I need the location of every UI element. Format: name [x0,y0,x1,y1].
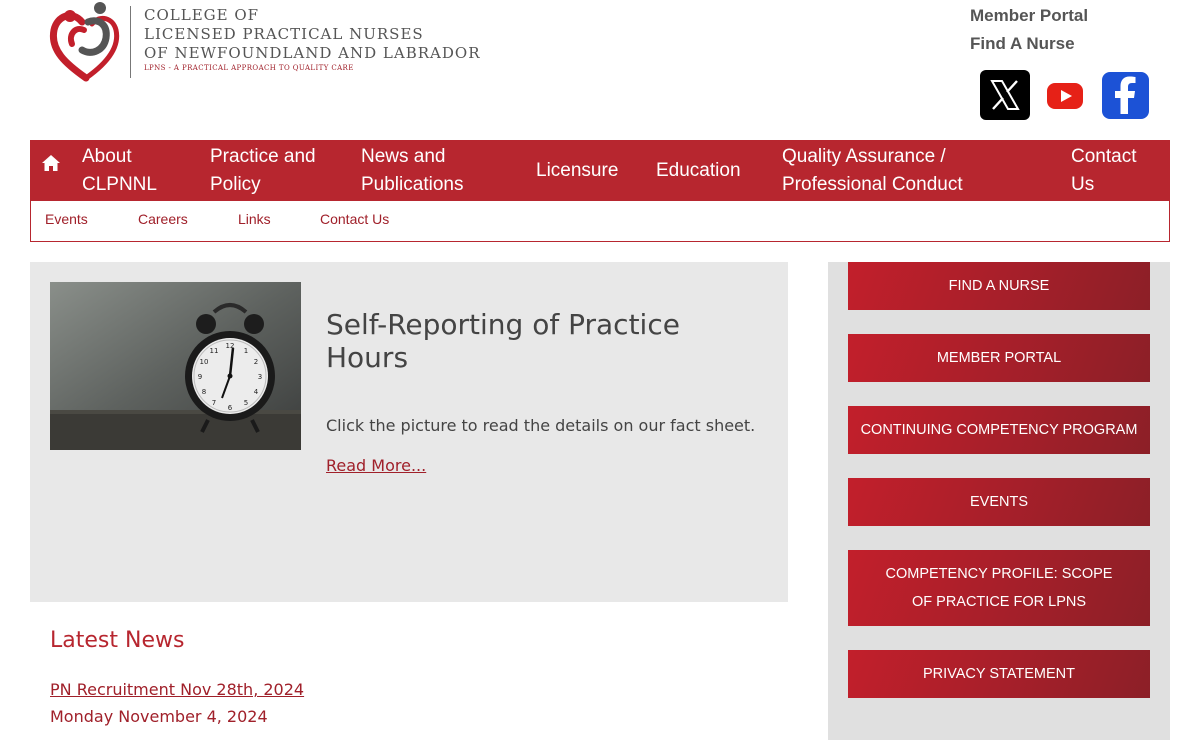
logo-wordmark: COLLEGE OF LICENSED PRACTICAL NURSES OF … [144,6,481,72]
home-icon [42,155,60,171]
facebook-icon [1115,76,1136,114]
main-nav: About CLPNNL Practice and Policy News an… [30,140,1170,201]
nav-licensure[interactable]: Licensure [536,140,636,201]
sub-nav: Events Careers Links Contact Us [30,201,1170,242]
nav-about-clpnnl[interactable]: About CLPNNL [82,140,192,201]
svg-text:3: 3 [258,373,262,381]
svg-text:8: 8 [202,388,206,396]
privacy-statement-button[interactable]: PRIVACY STATEMENT [848,650,1150,698]
svg-text:10: 10 [200,358,209,366]
sidebar: FIND A NURSE MEMBER PORTAL CONTINUING CO… [828,262,1170,740]
nav-education[interactable]: Education [656,140,756,201]
x-logo-icon [990,80,1020,110]
feature-image-link[interactable]: 12 1 2 345 678 9 10 11 [50,282,301,450]
svg-text:9: 9 [198,373,202,381]
subnav-events[interactable]: Events [45,211,88,227]
site-header: COLLEGE OF LICENSED PRACTICAL NURSES OF … [0,0,1200,140]
find-a-nurse-link[interactable]: Find A Nurse [970,30,1088,58]
events-button[interactable]: EVENTS [848,478,1150,526]
logo-mark-icon [49,2,120,82]
feature-panel: 12 1 2 345 678 9 10 11 Self-Reporting of Pra… [30,262,788,602]
svg-text:6: 6 [228,404,233,412]
svg-text:4: 4 [254,388,259,396]
svg-text:2: 2 [254,358,258,366]
svg-text:1: 1 [244,347,248,355]
feature-title: Self-Reporting of Practice Hours [326,308,680,374]
news-item-link[interactable]: PN Recruitment Nov 28th, 2024 [50,680,304,699]
svg-text:5: 5 [244,399,248,407]
nav-contact-us[interactable]: Contact Us [1071,140,1161,201]
svg-text:11: 11 [210,347,219,355]
svg-text:7: 7 [212,399,216,407]
logo-line-1: COLLEGE OF [144,6,260,24]
latest-news-heading: Latest News [50,628,185,653]
subnav-links[interactable]: Links [238,211,271,227]
youtube-social-link[interactable] [1043,80,1087,112]
nav-news-and-publications[interactable]: News and Publications [361,140,481,201]
youtube-icon [1047,83,1083,109]
x-social-link[interactable] [980,70,1030,120]
logo-tagline: LPNS - A PRACTICAL APPROACH TO QUALITY C… [144,64,354,72]
alarm-clock-image: 1212 345 678 91011 [50,282,301,450]
member-portal-button[interactable]: MEMBER PORTAL [848,334,1150,382]
news-item-date: Monday November 4, 2024 [50,707,268,726]
read-more-link[interactable]: Read More... [326,456,426,475]
member-portal-link[interactable]: Member Portal [970,2,1088,30]
logo-line-3: OF NEWFOUNDLAND AND LABRADOR [144,44,481,62]
logo-divider [130,6,131,78]
subnav-careers[interactable]: Careers [138,211,188,227]
nav-quality-assurance[interactable]: Quality Assurance / Professional Conduct [782,140,982,201]
facebook-social-link[interactable] [1102,72,1149,119]
site-logo[interactable]: COLLEGE OF LICENSED PRACTICAL NURSES OF … [48,0,480,90]
feature-description: Click the picture to read the details on… [326,416,756,435]
top-links: Member Portal Find A Nurse [970,2,1088,58]
nav-practice-and-policy[interactable]: Practice and Policy [210,140,330,201]
subnav-contact-us[interactable]: Contact Us [320,211,389,227]
competency-profile-button[interactable]: COMPETENCY PROFILE: SCOPE OF PRACTICE FO… [848,550,1150,626]
find-a-nurse-button[interactable]: FIND A NURSE [848,262,1150,310]
logo-line-2: LICENSED PRACTICAL NURSES [144,25,424,43]
continuing-competency-button[interactable]: CONTINUING COMPETENCY PROGRAM [848,406,1150,454]
